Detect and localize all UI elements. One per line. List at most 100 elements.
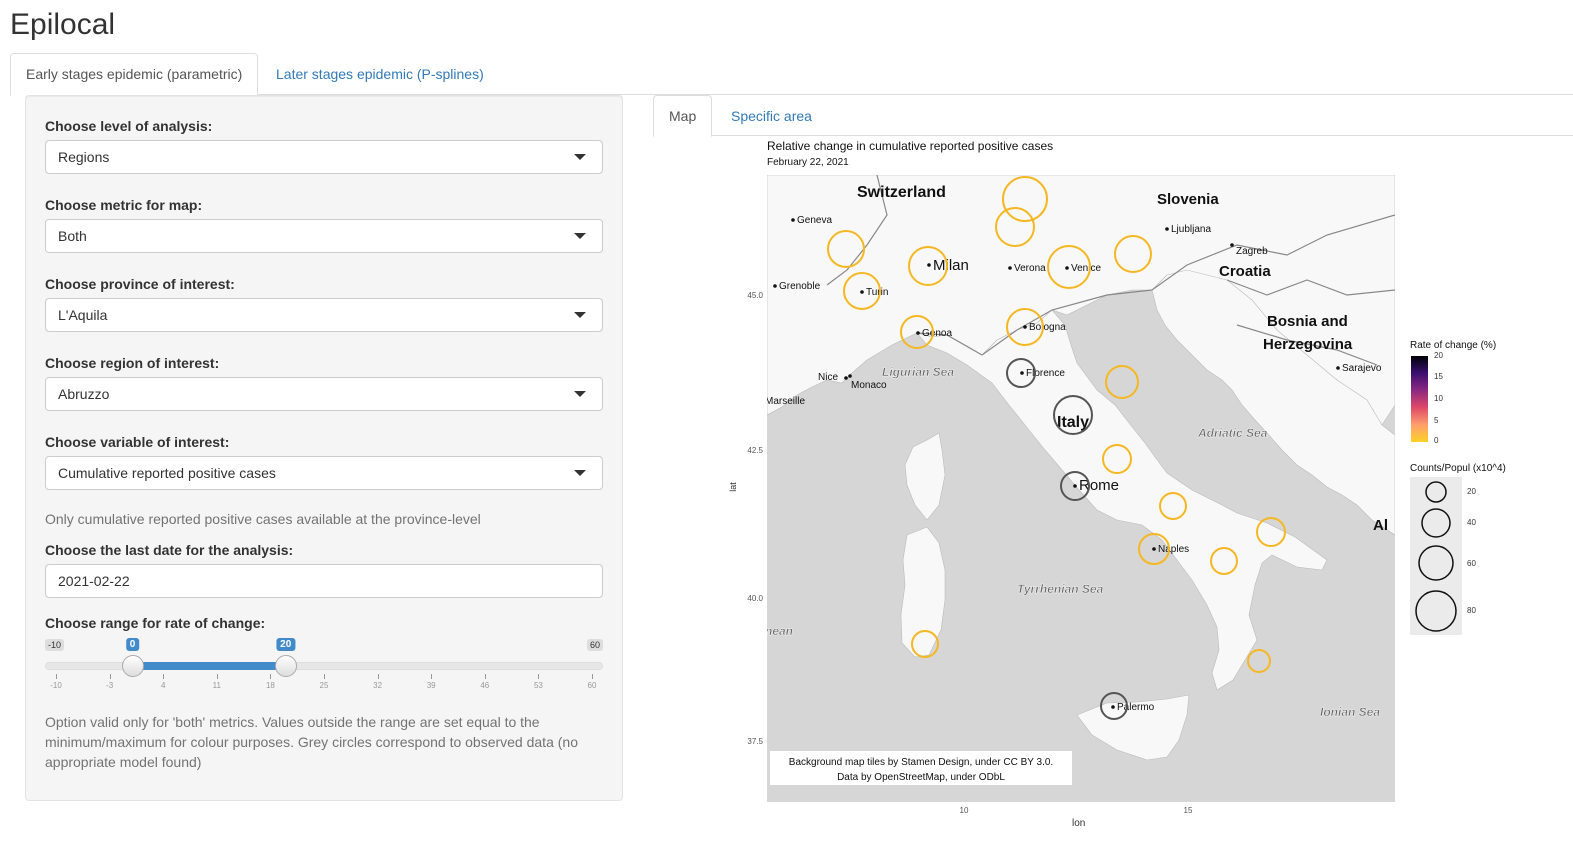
size-legend-circle [1425,481,1447,503]
attribution-line-2: Data by OpenStreetMap, under ODbL [837,772,1005,783]
size-legend-circle [1415,590,1457,632]
x-tick-label: 10 [959,806,969,815]
size-legend-label: 60 [1467,559,1476,568]
label-bosnia-1: Bosnia and [1267,313,1348,330]
variable-select[interactable]: Cumulative reported positive cases [45,456,603,490]
tab-specific-area[interactable]: Specific area [715,95,828,137]
slider-tick-label: 18 [265,681,275,690]
region-select[interactable]: Abruzzo [45,377,603,411]
sidebar-panel: Choose level of analysis: Regions Choose… [25,95,623,801]
city-milan: Milan [933,257,969,274]
slider-tick-label: 39 [426,681,436,690]
size-legend-circles [1415,481,1457,632]
color-legend-bar [1411,356,1428,442]
attribution-line-1: Background map tiles by Stamen Design, u… [789,757,1053,768]
color-legend-tick: 5 [1434,416,1439,425]
city-ljubljana: Ljubljana [1171,224,1211,235]
range-help-text: Option valid only for 'both' metrics. Va… [45,714,578,770]
city-rome: Rome [1079,477,1119,494]
level-label: Choose level of analysis: [45,118,213,134]
slider-tick-label: 11 [212,681,221,690]
main-tabs: Map Specific area [653,95,1573,137]
date-label: Choose the last date for the analysis: [45,542,294,558]
sea-adriatic: Adriatic Sea [1197,426,1268,440]
variable-value: Cumulative reported positive cases [58,465,276,481]
city-verona: Verona [1014,263,1046,274]
city-geneva: Geneva [797,215,832,226]
sea-ligurian: Ligurian Sea [882,365,954,379]
y-tick-label: 42.5 [747,446,763,455]
tab-early-stages[interactable]: Early stages epidemic (parametric) [10,53,259,96]
chevron-down-icon [574,233,586,239]
size-legend-label: 20 [1467,487,1476,496]
city-grenoble: Grenoble [779,281,821,292]
variable-help-text: Only cumulative reported positive cases … [45,511,481,527]
app-title: Epilocal [10,8,116,41]
slider-tick [324,674,325,679]
slider-tick-label: -10 [50,681,62,690]
y-tick-label: 40.0 [747,594,763,603]
slider-selected-bar [132,662,286,670]
map-subtitle: February 22, 2021 [767,157,849,168]
size-legend-title: Counts/Popul (x10^4) [1410,463,1506,474]
slider-to-value: 20 [276,638,296,651]
range-slider[interactable]: -10 60 0 20 -10 -3 4 11 18 25 32 39 46 53 60 [45,636,603,696]
chevron-down-icon [574,391,586,397]
date-input[interactable] [45,564,603,598]
city-marseille: Marseille [767,396,805,407]
chevron-down-icon [574,470,586,476]
slider-from-value: 0 [125,638,140,651]
sea-tyrrhenian: Tyrrhenian Sea [1017,582,1104,596]
slider-tick [216,674,218,679]
size-legend-label: 80 [1467,606,1476,615]
city-monaco: Monaco [851,380,887,391]
metric-select[interactable]: Both [45,219,603,253]
slider-tick [270,674,272,679]
label-italy: Italy [1057,414,1089,431]
slider-tick [109,674,111,679]
map-x-axis-title: lon [1072,818,1086,829]
tab-map[interactable]: Map [653,95,713,137]
city-venice: Venice [1071,263,1101,274]
map-canvas[interactable]: Switzerland Slovenia Croatia Bosnia and … [767,175,1395,802]
color-legend-tick: 15 [1434,372,1443,381]
map-title: Relative change in cumulative reported p… [767,139,1054,153]
level-value: Regions [58,149,110,165]
city-sarajevo: Sarajevo [1342,363,1382,374]
x-tick-label: 15 [1183,806,1193,815]
slider-tick-label: 25 [319,681,329,690]
slider-to-handle[interactable] [274,655,297,677]
slider-tick-label: 60 [587,681,597,690]
sea-mediterranean: nean [767,624,793,638]
label-bosnia-2: Herzegovina [1263,336,1353,353]
city-naples: Naples [1158,544,1189,555]
slider-from-handle[interactable] [121,655,144,677]
region-value: Abruzzo [58,386,110,402]
city-bologna: Bologna [1029,322,1066,333]
slider-tick [538,674,540,679]
slider-tick [431,674,433,679]
slider-tick-label: 53 [533,681,543,690]
sea-ionian: Ionian Sea [1320,705,1380,719]
city-nice: Nice [818,372,838,383]
label-slovenia: Slovenia [1157,191,1219,208]
slider-tick-label: 46 [480,681,490,690]
province-select[interactable]: L'Aquila [45,298,603,332]
range-label: Choose range for rate of change: [45,615,266,631]
color-legend-tick: 0 [1434,436,1439,445]
label-croatia: Croatia [1219,263,1271,280]
color-legend-title: Rate of change (%) [1410,340,1497,351]
slider-tick [163,674,165,679]
size-legend-circle [1418,545,1454,581]
color-legend-tick: 20 [1434,351,1443,360]
slider-tick [377,674,379,679]
variable-label: Choose variable of interest: [45,434,230,450]
region-label: Choose region of interest: [45,355,220,371]
city-zagreb: Zagreb [1236,246,1268,257]
top-tabs: Early stages epidemic (parametric) Later… [10,53,1573,96]
province-label: Choose province of interest: [45,276,235,292]
label-albania: Al [1373,517,1388,534]
level-select[interactable]: Regions [45,140,603,174]
slider-tick [592,674,593,679]
tab-later-stages[interactable]: Later stages epidemic (P-splines) [260,53,500,95]
